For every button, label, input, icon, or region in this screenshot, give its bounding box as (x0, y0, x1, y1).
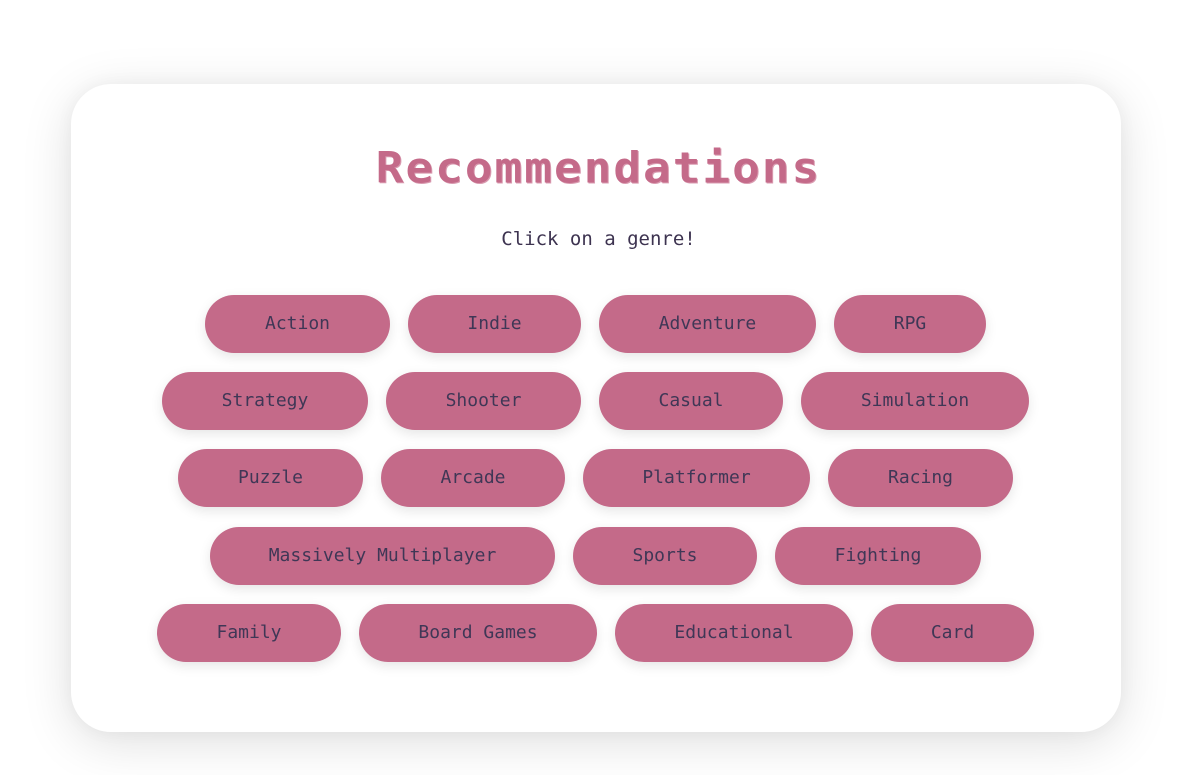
genre-button-arcade[interactable]: Arcade (381, 449, 565, 507)
genre-button-fighting[interactable]: Fighting (775, 527, 981, 585)
genre-button-rpg[interactable]: RPG (834, 295, 986, 353)
genre-button-educational[interactable]: Educational (615, 604, 853, 662)
genre-button-racing[interactable]: Racing (828, 449, 1013, 507)
genre-button-board-games[interactable]: Board Games (359, 604, 597, 662)
genre-button-strategy[interactable]: Strategy (162, 372, 368, 430)
genre-button-simulation[interactable]: Simulation (801, 372, 1029, 430)
genre-button-casual[interactable]: Casual (599, 372, 783, 430)
genre-button-indie[interactable]: Indie (408, 295, 581, 353)
genre-button-massively-multiplayer[interactable]: Massively Multiplayer (210, 527, 555, 585)
genre-button-family[interactable]: Family (157, 604, 341, 662)
instruction-text: Click on a genre! (501, 228, 696, 250)
genre-button-shooter[interactable]: Shooter (386, 372, 581, 430)
genre-button-action[interactable]: Action (205, 295, 390, 353)
genre-button-card[interactable]: Card (871, 604, 1034, 662)
genre-button-sports[interactable]: Sports (573, 527, 757, 585)
genre-button-adventure[interactable]: Adventure (599, 295, 816, 353)
genre-button-puzzle[interactable]: Puzzle (178, 449, 363, 507)
genre-button-platformer[interactable]: Platformer (583, 449, 810, 507)
page-title: Recommendations (375, 143, 822, 193)
